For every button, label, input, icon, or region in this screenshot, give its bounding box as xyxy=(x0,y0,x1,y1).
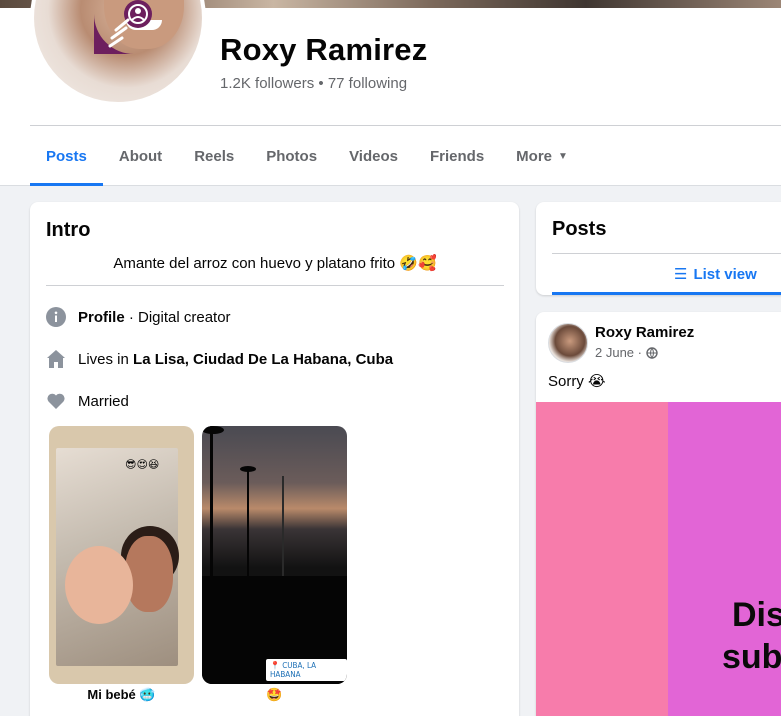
globe-icon xyxy=(645,346,658,359)
post-author-avatar[interactable] xyxy=(548,323,588,363)
home-icon xyxy=(46,349,66,369)
following-link[interactable]: 77 following xyxy=(328,75,407,92)
profile-tabs: Posts About Reels Photos Videos Friends … xyxy=(30,126,584,186)
post-text: Sorry 😭 xyxy=(548,373,606,390)
bio-text: Amante del arroz con huevo y platano fri… xyxy=(113,255,437,272)
posts-title: Posts xyxy=(552,218,607,240)
tab-videos[interactable]: Videos xyxy=(333,126,414,186)
intro-card: Intro Amante del arroz con huevo y plata… xyxy=(30,202,519,716)
story-caption: Mi bebé 🥶 xyxy=(87,687,156,702)
relationship-row: Married xyxy=(46,391,129,411)
digital-creator-badge-icon xyxy=(94,0,152,54)
location-tag: 📍 CUBA, LA HABANA xyxy=(266,659,347,681)
divider xyxy=(552,253,781,254)
hometown-link[interactable]: La Lisa, Ciudad De La Habana, Cuba xyxy=(133,351,393,368)
post-author-name[interactable]: Roxy Ramirez xyxy=(595,324,694,341)
profile-header: Roxy Ramirez 1.2K followers • 77 followi… xyxy=(0,0,781,186)
profile-name: Roxy Ramirez xyxy=(220,32,428,67)
post-meta: 2 June · xyxy=(595,345,658,360)
divider xyxy=(46,285,504,286)
post-image-text: Dis xyxy=(732,596,781,634)
profile-avatar[interactable] xyxy=(34,0,202,102)
tab-more[interactable]: More ▼ xyxy=(500,126,584,186)
profile-category: · Digital creator xyxy=(128,308,231,326)
tab-about[interactable]: About xyxy=(103,126,178,186)
tab-reels[interactable]: Reels xyxy=(178,126,250,186)
featured-story[interactable]: 📍 CUBA, LA HABANA xyxy=(202,426,347,684)
story-emoji-overlay: 😎😍😆 xyxy=(125,459,160,471)
tab-photos[interactable]: Photos xyxy=(250,126,333,186)
relationship-status: Married xyxy=(78,392,129,410)
heart-icon xyxy=(46,391,66,411)
lives-prefix: Lives in xyxy=(78,350,129,368)
featured-story[interactable]: 😎😍😆 xyxy=(49,426,194,684)
caret-down-icon: ▼ xyxy=(558,150,568,162)
post-image[interactable]: Dis sub xyxy=(536,402,781,716)
story-caption: 🤩 xyxy=(266,687,283,702)
tab-friends[interactable]: Friends xyxy=(414,126,500,186)
active-view-indicator xyxy=(552,292,781,295)
profile-label: Profile xyxy=(78,308,125,326)
post-date[interactable]: 2 June · xyxy=(595,345,642,360)
separator: • xyxy=(318,75,324,92)
followers-link[interactable]: 1.2K followers xyxy=(220,75,314,92)
follow-stats: 1.2K followers • 77 following xyxy=(220,75,407,92)
intro-title: Intro xyxy=(46,219,91,241)
post-image-text: sub xyxy=(722,638,781,676)
posts-panel: Posts ☰ List view xyxy=(536,202,781,295)
info-icon xyxy=(46,307,66,327)
profile-type-row: Profile · Digital creator xyxy=(46,307,231,327)
list-icon: ☰ xyxy=(674,266,688,283)
list-view-button[interactable]: ☰ List view xyxy=(674,265,757,284)
post-card: Roxy Ramirez 2 June · Sorry 😭 Dis sub xyxy=(536,312,781,716)
lives-in-row: Lives in La Lisa, Ciudad De La Habana, C… xyxy=(46,349,393,369)
tab-posts[interactable]: Posts xyxy=(30,126,103,186)
